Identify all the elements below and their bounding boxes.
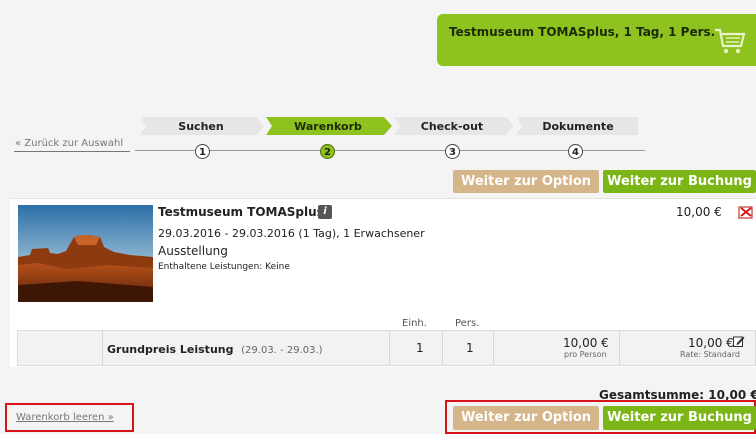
back-to-selection-link[interactable]: « Zurück zur Auswahl — [15, 138, 123, 149]
back-link-divider — [14, 151, 130, 152]
cell-divider — [389, 331, 390, 365]
service-rate: Rate: Standard — [680, 350, 740, 359]
item-title: Testmuseum TOMASplus — [158, 205, 324, 219]
clear-cart-link[interactable]: Warenkorb leeren » — [16, 412, 114, 423]
service-total-price: 10,00 € — [688, 336, 734, 350]
info-icon[interactable]: i — [318, 205, 332, 219]
service-date-range: (29.03. - 29.03.) — [241, 345, 323, 356]
item-price: 10,00 € — [676, 205, 722, 219]
cell-divider — [493, 331, 494, 365]
cell-divider — [442, 331, 443, 365]
step-2-indicator: 2 — [320, 144, 335, 159]
step-3-indicator: 3 — [445, 144, 460, 159]
continue-to-booking-button-top[interactable]: Weiter zur Buchung — [603, 170, 756, 193]
continue-to-booking-button[interactable]: Weiter zur Buchung — [603, 406, 756, 430]
service-name: Grundpreis Leistung (29.03. - 29.03.) — [107, 343, 323, 356]
shopping-cart-icon — [715, 28, 746, 54]
item-type: Ausstellung — [158, 244, 228, 258]
step-1-indicator: 1 — [195, 144, 210, 159]
step-suchen: Suchen — [178, 120, 224, 133]
item-dates: 29.03.2016 - 29.03.2016 (1 Tag), 1 Erwac… — [158, 227, 425, 240]
column-header-units: Einh. — [402, 318, 427, 329]
step-4-indicator: 4 — [568, 144, 583, 159]
desert-mesa-photo — [18, 205, 153, 302]
edit-icon[interactable] — [733, 335, 745, 347]
step-checkout: Check-out — [420, 120, 484, 133]
cell-divider — [102, 331, 103, 365]
service-persons: 1 — [466, 341, 474, 355]
column-header-persons: Pers. — [455, 318, 480, 329]
service-price-note: pro Person — [564, 350, 607, 359]
cart-summary-banner[interactable]: Testmuseum TOMASplus, 1 Tag, 1 Pers. — [437, 14, 756, 66]
service-name-text: Grundpreis Leistung — [107, 343, 234, 356]
service-unit-price: 10,00 € — [563, 336, 609, 350]
step-dokumente: Dokumente — [542, 120, 614, 133]
cell-divider — [619, 331, 620, 365]
service-units: 1 — [416, 341, 424, 355]
continue-to-option-button[interactable]: Weiter zur Option — [453, 406, 599, 430]
cart-summary-label: Testmuseum TOMASplus, 1 Tag, 1 Pers. — [449, 25, 716, 39]
item-included-services: Enthaltene Leistungen: Keine — [158, 262, 290, 272]
step-warenkorb: Warenkorb — [294, 120, 362, 133]
continue-to-option-button-top[interactable]: Weiter zur Option — [453, 170, 599, 193]
delete-item-icon[interactable] — [738, 204, 754, 220]
